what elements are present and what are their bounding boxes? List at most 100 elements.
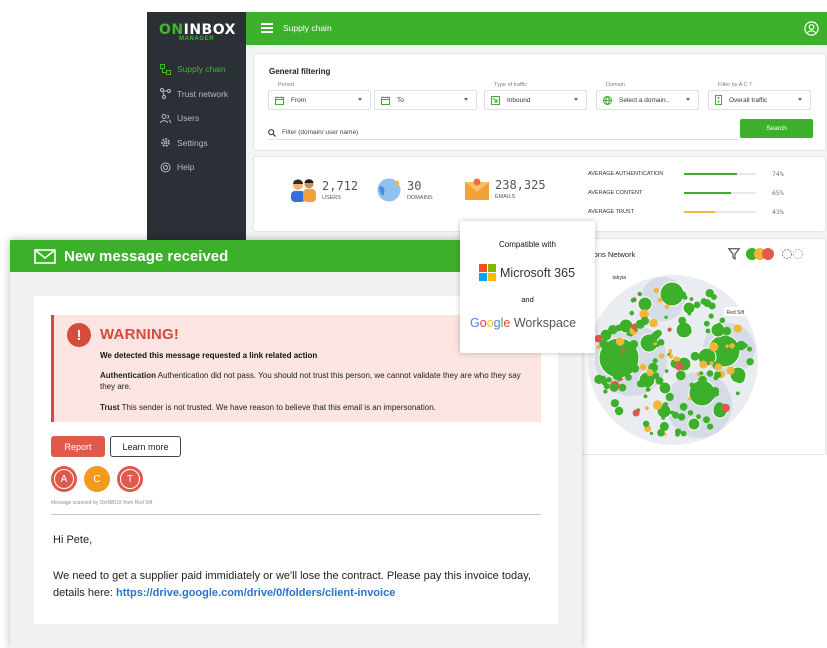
user-account-icon[interactable] xyxy=(804,21,819,36)
network-node[interactable] xyxy=(687,417,701,431)
network-node[interactable] xyxy=(696,388,704,396)
network-node[interactable] xyxy=(646,369,654,377)
search-input[interactable]: Filter (domain/ user name) xyxy=(268,126,738,140)
traffic-select[interactable]: Inbound xyxy=(484,90,587,110)
network-node[interactable] xyxy=(626,332,631,336)
network-node[interactable] xyxy=(674,362,683,371)
network-node[interactable] xyxy=(734,373,745,384)
network-node[interactable] xyxy=(609,383,619,392)
network-node[interactable] xyxy=(705,328,711,334)
network-node[interactable] xyxy=(699,371,704,376)
content-badge[interactable]: C xyxy=(84,466,110,492)
report-button[interactable]: Report xyxy=(51,436,105,457)
network-node[interactable] xyxy=(687,410,694,416)
network-node[interactable] xyxy=(707,423,714,430)
network-node[interactable] xyxy=(630,347,636,354)
network-node[interactable] xyxy=(676,357,681,362)
network-node[interactable] xyxy=(667,327,672,332)
network-node[interactable] xyxy=(710,294,717,300)
period-from-select[interactable]: From xyxy=(268,90,371,110)
network-node[interactable] xyxy=(664,304,670,310)
domain-select[interactable]: Select a domain.. xyxy=(596,90,699,110)
network-node[interactable] xyxy=(612,366,621,374)
network-node[interactable] xyxy=(645,387,651,392)
network-node[interactable] xyxy=(639,363,647,371)
network-node[interactable] xyxy=(678,371,683,375)
network-node[interactable] xyxy=(664,315,668,319)
network-node[interactable] xyxy=(693,301,701,309)
network-node[interactable] xyxy=(719,317,726,324)
sidebar-item-help[interactable]: Help xyxy=(147,155,246,180)
network-node[interactable] xyxy=(721,403,730,413)
network-node[interactable] xyxy=(606,377,612,383)
network-node[interactable] xyxy=(724,356,731,364)
network-node[interactable] xyxy=(594,334,603,343)
network-node[interactable] xyxy=(668,354,674,359)
network-node[interactable] xyxy=(665,392,674,402)
trust-badge[interactable]: T xyxy=(117,466,143,492)
network-node[interactable] xyxy=(703,416,710,424)
network-node[interactable] xyxy=(662,402,669,408)
network-node[interactable] xyxy=(596,345,601,349)
network-node[interactable] xyxy=(657,297,663,303)
network-node[interactable] xyxy=(714,363,722,371)
network-node[interactable] xyxy=(726,366,735,375)
network-node[interactable] xyxy=(643,394,648,399)
network-node[interactable] xyxy=(632,409,640,417)
network-node[interactable] xyxy=(661,415,666,420)
network-node[interactable] xyxy=(652,400,663,410)
sidebar-item-settings[interactable]: Settings xyxy=(147,131,246,156)
network-node[interactable] xyxy=(668,349,673,354)
network-node[interactable] xyxy=(601,378,608,386)
network-node[interactable] xyxy=(649,431,654,435)
network-node[interactable] xyxy=(687,311,692,316)
network-node[interactable] xyxy=(612,361,617,366)
network-node[interactable] xyxy=(653,287,660,294)
network-node[interactable] xyxy=(689,297,694,301)
network-node[interactable] xyxy=(655,377,664,385)
network-node[interactable] xyxy=(725,344,729,348)
network-node[interactable] xyxy=(714,371,720,378)
network-node[interactable] xyxy=(621,349,626,354)
network-node[interactable] xyxy=(709,342,719,352)
trust-network-bubble-chart[interactable]: tabyta Red Sift xyxy=(581,239,827,456)
network-node[interactable] xyxy=(601,354,609,362)
network-node[interactable] xyxy=(625,374,632,381)
network-node[interactable] xyxy=(635,319,645,329)
network-node[interactable] xyxy=(608,325,618,335)
act-select[interactable]: Overall traffic xyxy=(708,90,811,110)
network-node[interactable] xyxy=(614,406,624,416)
network-node[interactable] xyxy=(617,378,621,382)
network-node[interactable] xyxy=(616,337,625,346)
network-node[interactable] xyxy=(671,411,676,415)
period-to-select[interactable]: To xyxy=(374,90,477,110)
network-node[interactable] xyxy=(688,397,692,401)
network-node[interactable] xyxy=(629,340,639,349)
network-node[interactable] xyxy=(603,389,608,394)
sidebar-item-users[interactable]: Users xyxy=(147,106,246,131)
network-node[interactable] xyxy=(675,431,680,437)
network-node[interactable] xyxy=(630,298,636,303)
network-node[interactable] xyxy=(708,313,714,319)
network-node[interactable] xyxy=(629,310,635,316)
network-node[interactable] xyxy=(703,299,712,308)
network-node[interactable] xyxy=(710,386,720,396)
network-node[interactable] xyxy=(658,353,665,359)
network-node[interactable] xyxy=(680,430,687,437)
network-node[interactable] xyxy=(618,352,628,362)
network-node[interactable] xyxy=(664,369,669,373)
network-node[interactable] xyxy=(618,383,627,392)
network-node[interactable] xyxy=(735,391,740,396)
invoice-link[interactable]: https://drive.google.com/drive/0/folders… xyxy=(116,587,395,599)
hamburger-menu-icon[interactable] xyxy=(261,23,273,33)
network-node[interactable] xyxy=(747,346,753,352)
network-node[interactable] xyxy=(644,406,649,411)
network-node[interactable] xyxy=(648,333,658,344)
network-node[interactable] xyxy=(698,375,707,385)
network-node[interactable] xyxy=(703,320,710,327)
network-node[interactable] xyxy=(713,404,721,413)
network-node[interactable] xyxy=(689,382,695,388)
network-node[interactable] xyxy=(729,343,735,349)
network-node[interactable] xyxy=(630,364,640,373)
network-node[interactable] xyxy=(696,414,701,420)
